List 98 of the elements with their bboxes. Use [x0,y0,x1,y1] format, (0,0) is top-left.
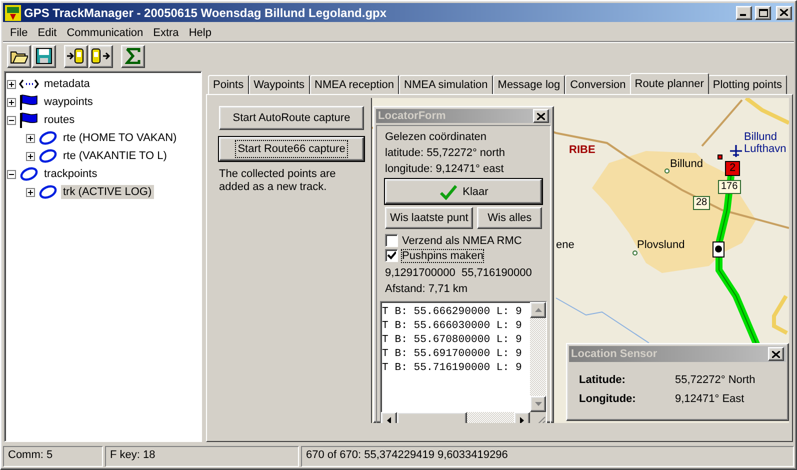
plus-icon [8,98,15,106]
checkmark-icon [438,184,457,200]
expand-toggle[interactable] [26,134,35,142]
plus-icon [27,152,34,160]
checkbox-label: Verzend als NMEA RMC [402,234,522,246]
flag-icon [19,94,39,110]
log-line: T B: 55.691700000 L: 9 [382,347,523,361]
waypoint-marker: 2 [725,161,740,176]
status-text: 670 of 670: 55,374229419 9,6033419296 [301,446,794,467]
close-icon [537,112,545,120]
place-label: ene [556,239,574,251]
tab[interactable]: Message log [492,75,566,94]
field-value: 9,12471° East [675,393,746,405]
flag-icon [19,112,39,128]
info-text: The collected points are added as a new track. [219,168,337,194]
town-label: Billund [670,158,704,170]
plus-icon [8,80,15,88]
tree-item[interactable]: waypoints [42,95,95,109]
menu-item[interactable]: Extra [148,26,184,38]
open-button[interactable] [7,44,31,68]
expand-toggle[interactable] [26,188,35,196]
done-button[interactable]: Klaar [385,179,542,204]
code-brackets-icon [19,79,39,89]
close-button[interactable] [533,109,549,123]
close-button[interactable] [768,347,784,361]
road-number: 28 [693,196,710,210]
log-line: T B: 55.716190000 L: 9 [382,361,523,375]
longitude-text: longitude: 9,12471° east [385,162,505,177]
expand-toggle[interactable] [7,170,16,178]
maximize-icon [758,8,768,16]
menu-item[interactable]: Communication [62,26,148,38]
sigma-icon[interactable] [121,44,145,68]
clear-button[interactable]: Wis alles [477,207,542,229]
menu-item[interactable]: File [5,26,33,38]
loop-icon [19,167,39,181]
vertical-scrollbar[interactable] [530,302,546,412]
upload-to-device-button[interactable] [64,44,88,68]
tree-item[interactable]: routes [42,113,77,127]
expand-toggle[interactable] [7,116,16,124]
tree-item[interactable]: trk (ACTIVE LOG) [61,185,154,199]
window-title: GPS TrackManager - 20050615 Woensdag Billund Legoland.gpx [24,6,388,20]
expand-toggle[interactable] [7,80,16,88]
tab[interactable]: Points [208,75,249,94]
close-icon [780,9,788,16]
arrow-left-icon [387,416,391,423]
tree-item[interactable]: rte (VAKANTIE TO L) [61,149,169,163]
arrow-right-icon [520,416,524,423]
arrow-up-icon [534,308,542,312]
panel-title: Location Sensor [571,348,658,360]
tab[interactable]: Route planner [630,73,709,94]
field-label: Longitude: [579,393,637,405]
log-line: T B: 55.666290000 L: 9 [382,305,523,319]
download-from-device-button[interactable] [89,44,113,68]
maximize-button[interactable] [755,6,771,20]
tab[interactable]: Conversion [565,75,631,94]
status-text: F key: 18 [105,446,299,467]
latitude-text: latitude: 55,72272° north [385,146,506,161]
checkbox-label: Pushpins maken [402,250,484,262]
expand-toggle[interactable] [26,152,35,160]
status-text: Comm: 5 [3,446,103,467]
loop-icon [38,131,58,145]
capture-button[interactable]: Start AutoRoute capture [219,106,364,130]
coordinates-text: 9,1291700000 55,716190000 [385,266,533,281]
road-number: 176 [718,180,741,194]
heading-text: Gelezen coördinaten [385,130,488,145]
minimize-button[interactable] [736,6,752,20]
app-icon [5,4,21,20]
tree-item[interactable]: rte (HOME TO VAKAN) [61,131,179,145]
menu-item[interactable]: Edit [32,26,62,38]
loop-icon [38,149,58,163]
tab[interactable]: NMEA simulation [399,75,493,94]
tab[interactable]: Waypoints [248,75,310,94]
arrow-down-icon [534,402,542,406]
town-label: Plovslund [637,239,685,251]
tree-item[interactable]: metadata [42,77,92,91]
capture-button[interactable]: Start Route66 capture [219,137,364,161]
expand-toggle[interactable] [7,98,16,106]
airport-label: Billund Lufthavn [744,131,788,155]
clear-button[interactable]: Wis laatste punt [385,207,474,229]
log-line: T B: 55.666030000 L: 9 [382,319,523,333]
tab[interactable]: Plotting points [708,75,788,94]
save-button[interactable] [32,44,56,68]
city-label: RIBE [569,144,596,156]
checkbox[interactable] [385,234,398,247]
close-icon [772,350,780,358]
close-button[interactable] [776,6,792,20]
tree-item[interactable]: trackpoints [42,167,100,181]
loop-icon [38,185,58,199]
checkbox[interactable] [385,249,398,262]
menu-item[interactable]: Help [184,26,216,38]
plus-icon [27,188,34,196]
tab[interactable]: NMEA reception [310,75,400,94]
field-value: 55,72272° North [675,374,756,386]
field-label: Latitude: [579,374,626,386]
log-line: T B: 55.670800000 L: 9 [382,333,523,347]
distance-text: Afstand: 7,71 km [385,282,469,297]
dialog-title: LocatorForm [378,110,446,122]
plus-icon [27,134,34,142]
